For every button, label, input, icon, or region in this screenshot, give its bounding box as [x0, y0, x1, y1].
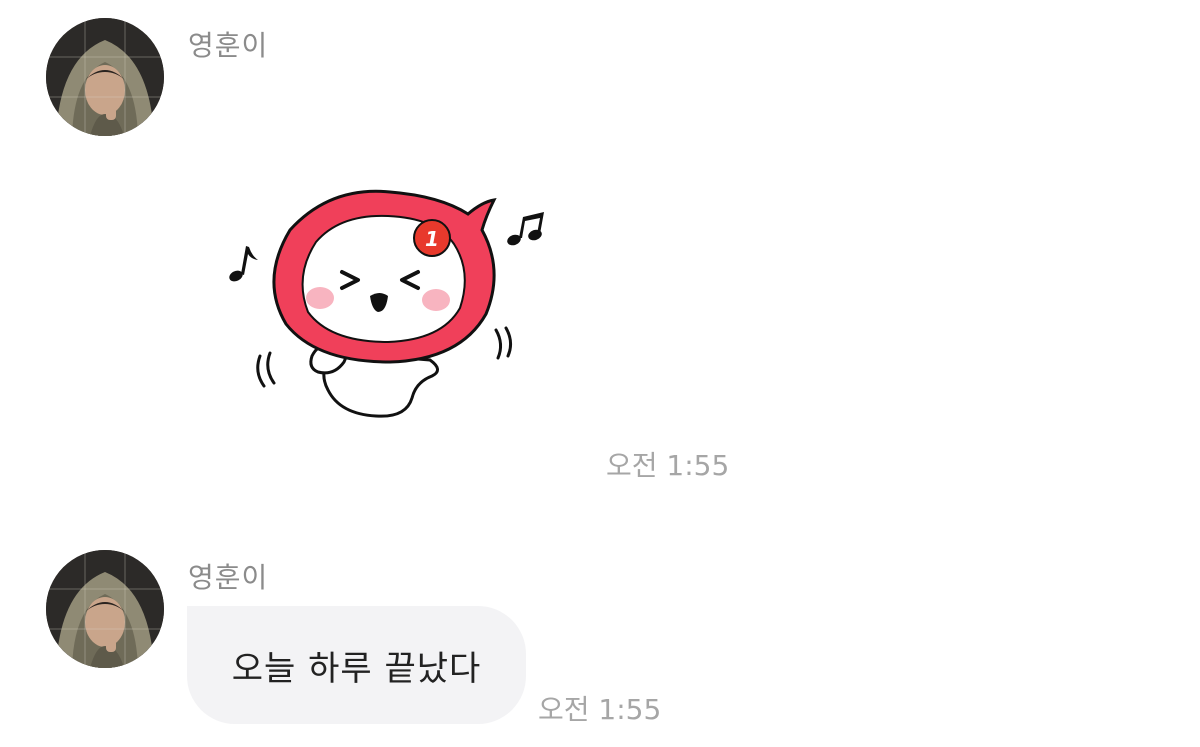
message-time: 오전 1:55 — [538, 693, 662, 726]
music-note-icon — [229, 246, 258, 282]
sticker-badge: 1 — [425, 227, 439, 251]
profile-photo-icon — [46, 18, 164, 136]
music-notes-icon — [507, 212, 544, 246]
message-time: 오전 1:55 — [606, 449, 730, 482]
sender-avatar[interactable] — [46, 550, 164, 668]
message-text: 오늘 하루 끝났다 — [231, 648, 482, 689]
sender-name: 영훈이 — [188, 561, 269, 594]
dancing-sticker-icon: 1 — [229, 189, 544, 418]
message-bubble[interactable]: 오늘 하루 끝났다 — [187, 606, 526, 724]
sender-name: 영훈이 — [188, 29, 269, 62]
profile-photo-icon — [46, 550, 164, 668]
message-sticker[interactable]: 1 — [220, 180, 560, 430]
sender-avatar[interactable] — [46, 18, 164, 136]
